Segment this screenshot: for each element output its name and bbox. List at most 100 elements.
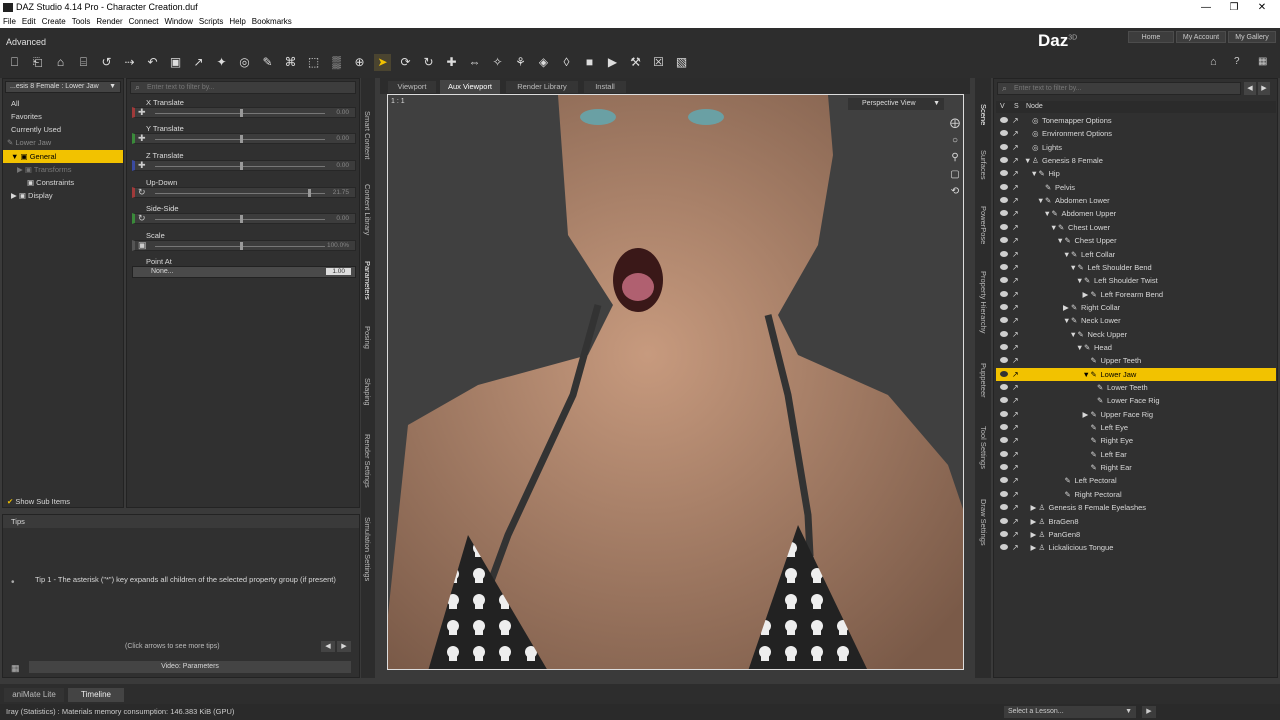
tree-node-transforms[interactable]: ▶ ▣ Transforms — [17, 163, 72, 176]
tree-node-lower-jaw[interactable]: ✎ Lower Jaw — [7, 136, 51, 149]
slider-knob[interactable] — [240, 215, 243, 223]
home-icon[interactable]: ⌂ — [1210, 56, 1224, 70]
scene-node-row[interactable]: ↗ ▼ ♙ Genesis 8 Female — [996, 154, 1276, 167]
eye-icon[interactable] — [1000, 223, 1008, 230]
param-slider[interactable]: ✚ 0.00 — [132, 160, 356, 171]
param-filter-input[interactable]: Enter text to filter by... — [130, 81, 356, 94]
expand-arrow-icon[interactable]: ▶ — [1031, 501, 1037, 514]
eye-icon[interactable] — [1000, 117, 1008, 123]
eye-icon[interactable] — [1000, 250, 1008, 257]
expand-arrow-icon[interactable]: ▼ — [1050, 221, 1057, 234]
toolbar-tool-icon[interactable]: ◊ — [558, 54, 575, 71]
slider-knob[interactable] — [240, 242, 243, 250]
select-cursor-icon[interactable]: ↗ — [1012, 301, 1019, 314]
menu-file[interactable]: File — [0, 15, 19, 28]
select-cursor-icon[interactable]: ↗ — [1012, 501, 1019, 514]
toolbar-tool-icon[interactable]: ✎ — [259, 54, 276, 71]
toolbar-tool-icon[interactable]: ✧ — [489, 54, 506, 71]
expand-arrow-icon[interactable]: ▶ — [1063, 301, 1069, 314]
scene-node-row[interactable]: ↗ ▶ ✎ Right Collar — [996, 301, 1276, 314]
select-cursor-icon[interactable]: ↗ — [1012, 248, 1019, 261]
tips-tab[interactable]: Tips — [3, 515, 359, 528]
eye-icon[interactable] — [1000, 263, 1008, 270]
scene-node-row[interactable]: ↗ ✎ Upper Teeth — [996, 354, 1276, 367]
tab-simulation-settings[interactable]: Simulation Settings — [363, 512, 372, 587]
toolbar-tool-icon[interactable]: ⚘ — [512, 54, 529, 71]
scene-node-row[interactable]: ↗ ✎ Right Ear — [996, 461, 1276, 474]
select-cursor-icon[interactable]: ↗ — [1012, 381, 1019, 394]
eye-icon[interactable] — [1000, 424, 1008, 431]
tab-aux-viewport[interactable]: Aux Viewport — [440, 80, 500, 94]
scene-node-row[interactable]: ↗ ✎ Left Ear — [996, 448, 1276, 461]
scene-node-row[interactable]: ↗ ◎ Tonemapper Options — [996, 114, 1276, 127]
video-parameters-button[interactable]: Video: Parameters — [29, 661, 351, 673]
toolbar-tool-icon[interactable]: ▧ — [673, 54, 690, 71]
tab-posing[interactable]: Posing — [363, 322, 372, 352]
show-sub-items-checkbox[interactable]: ✔ Show Sub Items — [7, 495, 70, 508]
scene-node-row[interactable]: ↗ ▶ ♙ BraGen8 — [996, 515, 1276, 528]
node-dropdown[interactable]: ...esis 8 Female : Lower Jaw ▼ — [5, 81, 121, 93]
eye-icon[interactable] — [1000, 170, 1008, 177]
select-cursor-icon[interactable]: ↗ — [1012, 541, 1019, 554]
toolbar-tool-icon[interactable]: ↶ — [144, 54, 161, 71]
param-value[interactable]: 21.75 — [333, 189, 349, 196]
param-z-translate[interactable]: Z Translate ✚ 0.00 — [130, 150, 358, 176]
expand-arrow-icon[interactable]: ▼ — [1076, 341, 1083, 354]
select-cursor-icon[interactable]: ↗ — [1012, 421, 1019, 434]
expand-arrow-icon[interactable]: ▶ — [1083, 288, 1089, 301]
expand-arrow-icon[interactable]: ▶ — [1031, 515, 1037, 528]
expand-arrow-icon[interactable]: ▶ — [1031, 541, 1037, 554]
expand-arrow-icon[interactable]: ▼ — [1083, 368, 1090, 381]
param-scale[interactable]: Scale ▣ 100.0% — [130, 230, 358, 256]
scene-menu-arrow[interactable]: ▶ — [1258, 82, 1270, 95]
eye-icon[interactable] — [1000, 330, 1008, 337]
scene-node-row[interactable]: ↗ ▼ ✎ Neck Upper — [996, 328, 1276, 341]
menu-window[interactable]: Window — [161, 15, 195, 28]
select-cursor-icon[interactable]: ↗ — [1012, 181, 1019, 194]
toolbar-tool-icon[interactable]: ↻ — [420, 54, 437, 71]
tab-timeline[interactable]: Timeline — [68, 688, 124, 702]
select-cursor-icon[interactable]: ↗ — [1012, 368, 1019, 381]
group-all[interactable]: All — [11, 97, 19, 110]
param-value[interactable]: 0.00 — [336, 135, 349, 142]
tree-node-general[interactable]: ▼ ▣ General — [3, 150, 123, 163]
expand-arrow-icon[interactable]: ▼ — [1037, 194, 1044, 207]
expand-arrow-icon[interactable]: ▼ — [1044, 207, 1051, 220]
select-cursor-icon[interactable]: ↗ — [1012, 314, 1019, 327]
eye-icon[interactable] — [1000, 410, 1008, 417]
view-dropdown[interactable]: Perspective View ▼ — [848, 98, 944, 110]
tip-next-button[interactable]: ▶ — [337, 641, 351, 652]
select-cursor-icon[interactable]: ↗ — [1012, 234, 1019, 247]
toolbar-tool-icon[interactable]: ➤ — [374, 54, 391, 71]
slider-knob[interactable] — [240, 135, 243, 143]
select-cursor-icon[interactable]: ↗ — [1012, 114, 1019, 127]
expand-arrow-icon[interactable]: ▼ — [1070, 261, 1077, 274]
menu-bookmarks[interactable]: Bookmarks — [249, 15, 295, 28]
param-value[interactable]: 100.0% — [327, 242, 349, 249]
toolbar-tool-icon[interactable]: ⊕ — [351, 54, 368, 71]
toolbar-tool-icon[interactable]: ⇢ — [121, 54, 138, 71]
eye-icon[interactable] — [1000, 290, 1008, 297]
param-slider[interactable]: ✚ 0.00 — [132, 107, 356, 118]
eye-icon[interactable] — [1000, 343, 1008, 350]
tab-puppeteer[interactable]: Puppeteer — [979, 355, 988, 405]
scene-node-row[interactable]: ↗ ▼ ✎ Left Shoulder Twist — [996, 274, 1276, 287]
select-cursor-icon[interactable]: ↗ — [1012, 127, 1019, 140]
tab-property-hierarchy[interactable]: Property Hierarchy — [979, 265, 988, 340]
tab-draw-settings[interactable]: Draw Settings — [979, 492, 988, 552]
toolbar-tool-icon[interactable]: ⌘ — [282, 54, 299, 71]
select-cursor-icon[interactable]: ↗ — [1012, 354, 1019, 367]
scene-node-row[interactable]: ↗ ✎ Left Pectoral — [996, 474, 1276, 487]
lesson-dropdown[interactable]: Select a Lesson... ▼ — [1004, 706, 1136, 718]
param-slider[interactable]: ▣ 100.0% — [132, 240, 356, 251]
toolbar-tool-icon[interactable]: ⌸ — [75, 54, 92, 71]
eye-icon[interactable] — [1000, 397, 1008, 404]
tree-node-constraints[interactable]: ▣ Constraints — [27, 176, 74, 189]
scene-node-row[interactable]: ↗ ▼ ✎ Lower Jaw — [996, 367, 1276, 381]
select-cursor-icon[interactable]: ↗ — [1012, 528, 1019, 541]
eye-icon[interactable] — [1000, 197, 1008, 204]
home-button[interactable]: Home — [1128, 31, 1174, 43]
scene-node-row[interactable]: ↗ ▼ ✎ Left Shoulder Bend — [996, 261, 1276, 274]
eye-icon[interactable] — [1000, 130, 1008, 137]
toolbar-tool-icon[interactable]: ■ — [581, 54, 598, 71]
